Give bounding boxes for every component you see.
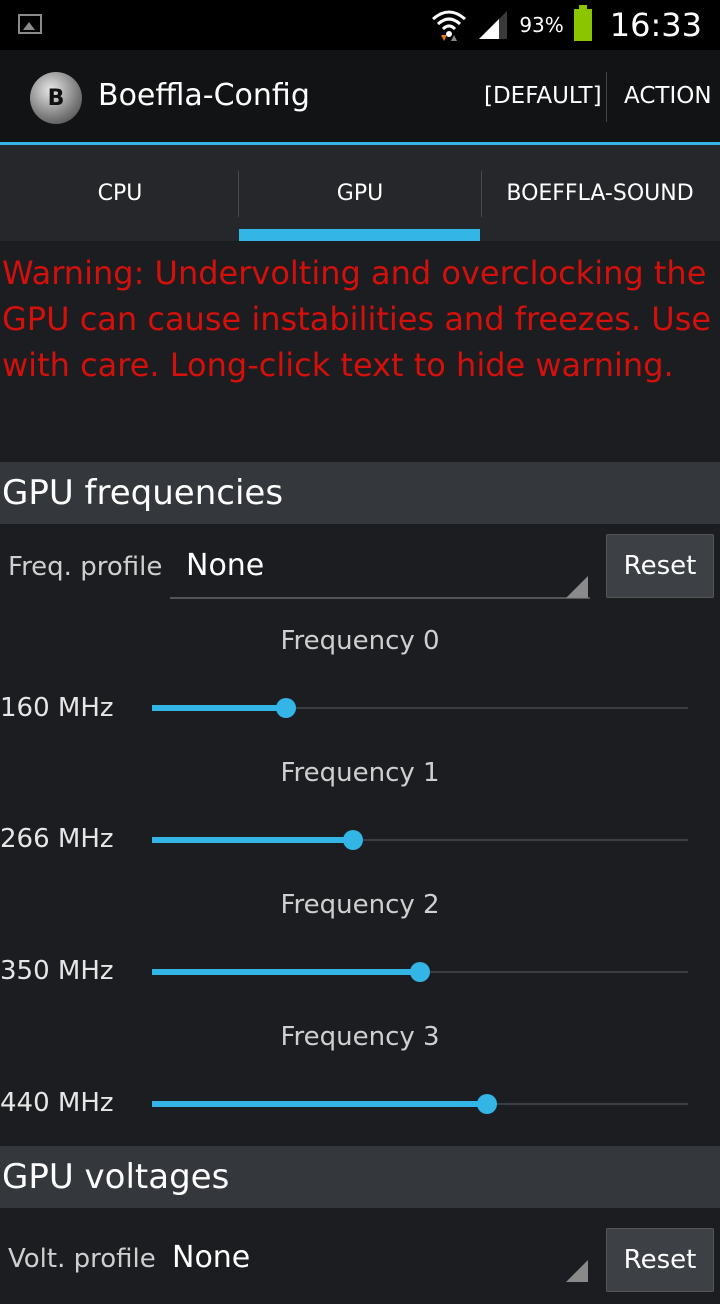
gpu-frequencies-header: GPU frequencies <box>0 462 720 524</box>
frequency-0-label: Frequency 0 <box>280 626 440 656</box>
slider-fill <box>152 1101 487 1107</box>
freq-profile-label: Freq. profile <box>8 552 163 582</box>
battery-percent: 93% <box>519 13 564 37</box>
app-logo-icon[interactable]: B <box>30 72 82 124</box>
tab-divider <box>238 171 239 217</box>
app-title: Boeffla-Config <box>98 78 310 113</box>
volt-profile-label: Volt. profile <box>8 1244 156 1274</box>
freq-reset-button[interactable]: Reset <box>606 534 714 598</box>
volt-profile-row: Volt. profile None Reset <box>0 1224 720 1304</box>
tab-gpu[interactable]: GPU <box>240 145 480 241</box>
battery-icon <box>573 5 592 41</box>
frequency-2-slider[interactable] <box>152 960 688 984</box>
spinner-underline <box>170 597 590 599</box>
frequency-3-slider[interactable] <box>152 1092 688 1116</box>
clock: 16:33 <box>609 6 702 44</box>
status-icons: 93% 16:33 <box>431 0 702 50</box>
image-icon <box>18 14 42 34</box>
slider-thumb[interactable] <box>410 962 430 982</box>
freq-profile-spinner[interactable]: None <box>186 548 264 583</box>
frequency-3-value: 440 MHz <box>0 1088 114 1118</box>
slider-thumb[interactable] <box>276 698 296 718</box>
tab-divider <box>481 171 482 217</box>
frequency-1-label: Frequency 1 <box>280 758 440 788</box>
tab-bar: CPU GPU BOEFFLA-SOUND <box>0 145 720 241</box>
frequency-2-value: 350 MHz <box>0 956 114 986</box>
frequency-1-value: 266 MHz <box>0 824 114 854</box>
gpu-voltages-header: GPU voltages <box>0 1146 720 1208</box>
default-button[interactable]: [DEFAULT] <box>484 50 602 142</box>
warning-text[interactable]: Warning: Undervolting and overclocking t… <box>0 250 720 388</box>
slider-fill <box>152 837 353 843</box>
action-divider <box>606 72 607 122</box>
spinner-arrow-icon <box>566 1260 588 1282</box>
slider-fill <box>152 705 286 711</box>
action-button[interactable]: ACTION <box>624 50 712 142</box>
tab-cpu[interactable]: CPU <box>0 145 240 241</box>
volt-reset-button[interactable]: Reset <box>606 1228 714 1292</box>
wifi-icon <box>432 10 467 41</box>
frequency-3-label: Frequency 3 <box>280 1022 440 1052</box>
frequency-0-slider[interactable] <box>152 696 688 720</box>
slider-thumb[interactable] <box>477 1094 497 1114</box>
slider-thumb[interactable] <box>343 830 363 850</box>
status-bar: 93% 16:33 <box>0 0 720 50</box>
spinner-arrow-icon <box>566 576 588 598</box>
frequency-0-value: 160 MHz <box>0 693 114 723</box>
volt-profile-spinner[interactable]: None <box>172 1240 250 1275</box>
slider-fill <box>152 969 420 975</box>
tab-boeffla-sound[interactable]: BOEFFLA-SOUND <box>480 145 720 241</box>
action-bar: B Boeffla-Config [DEFAULT] ACTION <box>0 50 720 145</box>
freq-profile-row: Freq. profile None Reset <box>0 530 720 610</box>
signal-icon <box>479 11 508 39</box>
frequency-1-slider[interactable] <box>152 828 688 852</box>
tab-selected-indicator <box>239 229 480 241</box>
frequency-2-label: Frequency 2 <box>280 890 440 920</box>
